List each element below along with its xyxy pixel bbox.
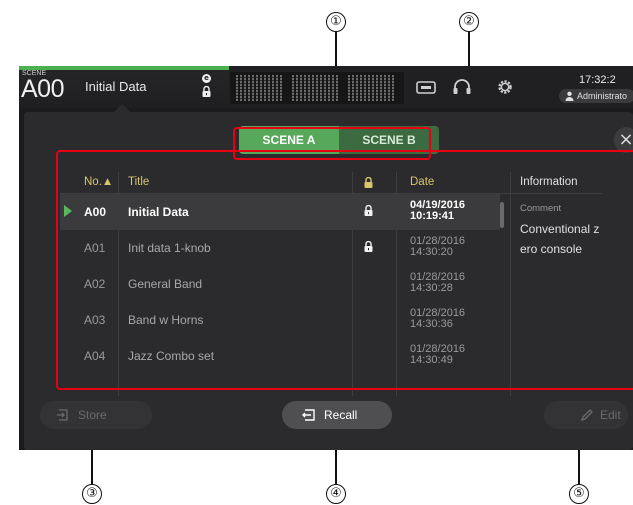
user-badge[interactable]: Administrato [559,89,633,103]
callout-4: ④ [326,484,346,504]
recall-button[interactable]: Recall [282,401,392,429]
callout-3: ③ [82,484,102,504]
callout-1: ① [326,12,346,32]
lock-icon [202,86,211,97]
scene-name: Initial Data [85,79,147,94]
recall-icon [302,409,315,421]
recall-label: Recall [324,408,358,422]
scene-accent-bar [19,66,229,70]
callout-5: ⑤ [569,484,589,504]
clock: 17:32:2 [579,74,616,86]
store-button[interactable]: Store [40,401,152,429]
edit-badge-icon: e [202,74,211,83]
highlight-scene-table [56,150,633,390]
callout-2: ② [459,12,479,32]
meter-group [348,75,400,101]
headphones-icon[interactable] [451,78,473,96]
person-icon [565,91,574,101]
manual-figure: ① ② ③ ④ ⑤ SCENE A00 Initial Data e 17:32… [0,0,633,505]
recorder-icon[interactable] [415,78,437,96]
top-bar: SCENE A00 Initial Data e 17:32:2 Adminis… [19,66,633,112]
meter-group [292,75,344,101]
scene-number: A00 [21,75,64,103]
scene-indicator[interactable]: SCENE A00 Initial Data e [19,66,229,108]
edit-label: Edit [600,408,621,422]
store-label: Store [78,408,107,422]
level-meters [230,72,404,104]
store-icon [57,409,68,421]
edit-button[interactable]: Edit [544,401,628,429]
user-name: Administrato [577,91,628,101]
meter-group [236,75,288,101]
gear-icon[interactable] [494,78,516,96]
popup-pointer [114,104,130,112]
pencil-icon [580,409,593,422]
